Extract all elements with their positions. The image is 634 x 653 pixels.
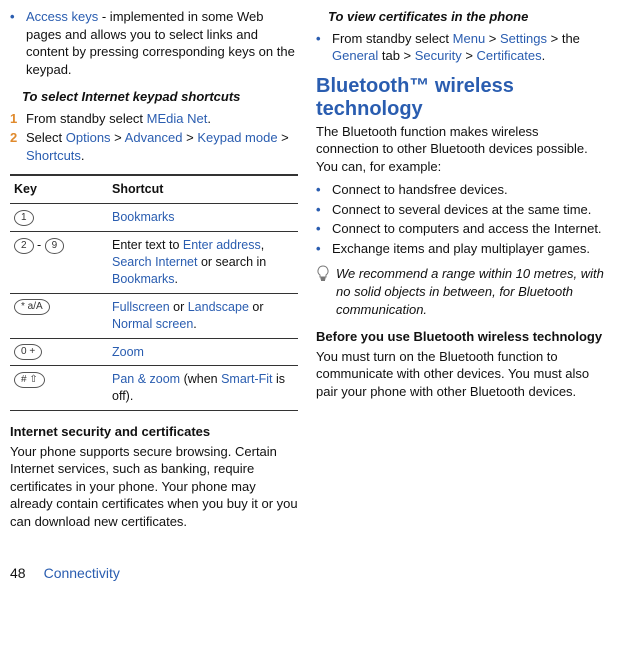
step-2: 2 Select Options > Advanced > Keypad mod… <box>10 129 298 164</box>
note: We recommend a range within 10 metres, w… <box>316 265 604 318</box>
bluetooth-heading: Bluetooth™ wireless technology <box>316 75 604 121</box>
step-number-1: 1 <box>10 110 26 128</box>
th-key: Key <box>10 175 108 203</box>
settings-link: Settings <box>500 31 547 46</box>
lightbulb-icon <box>316 265 330 318</box>
before-bt-head: Before you use Bluetooth wireless techno… <box>316 328 604 346</box>
table-row: 2 - 9 Enter text to Enter address, Searc… <box>10 232 298 294</box>
advanced-link: Advanced <box>125 130 183 145</box>
shortcut-cell-4: Pan & zoom (when Smart-Fit is off). <box>108 366 298 411</box>
bullet-dot: • <box>316 220 332 238</box>
certificates-link: Certificates <box>477 48 542 63</box>
step1-period: . <box>207 111 211 126</box>
right-column: To view certificates in the phone • From… <box>316 8 604 530</box>
r-the: the <box>558 31 580 46</box>
table-row: # ⇧ Pan & zoom (when Smart-Fit is off). <box>10 366 298 411</box>
options-link: Options <box>66 130 111 145</box>
security-link: Security <box>415 48 462 63</box>
th-shortcut: Shortcut <box>108 175 298 203</box>
keypad-key: * a/A <box>14 299 50 315</box>
table-row: * a/A Fullscreen or Landscape or Normal … <box>10 293 298 338</box>
step2-text: Select <box>26 130 66 145</box>
shortcut-table: Key Shortcut 1 Bookmarks 2 - 9 Enter tex… <box>10 174 298 411</box>
table-row: 0 + Zoom <box>10 338 298 366</box>
media-net-link: MEdia Net <box>147 111 208 126</box>
keypad-key: 0 + <box>14 344 42 360</box>
step-number-2: 2 <box>10 129 26 164</box>
internet-security-head: Internet security and certificates <box>10 423 298 441</box>
bullet-item: • Exchange items and play multiplayer ga… <box>316 240 604 258</box>
subhead-select-shortcuts: To select Internet keypad shortcuts <box>22 88 298 106</box>
shortcuts-link: Shortcuts <box>26 148 81 163</box>
keypad-key: # ⇧ <box>14 372 45 388</box>
term-access-keys: Access keys <box>26 9 98 24</box>
page-number: 48 <box>10 564 26 583</box>
keypad-key: 1 <box>14 210 34 226</box>
bt-bullet-2: Connect to computers and access the Inte… <box>332 220 602 238</box>
general-link: General <box>332 48 378 63</box>
keypad-key: 9 <box>45 238 65 254</box>
bullet-dot: • <box>316 240 332 258</box>
step1-text: From standby select <box>26 111 147 126</box>
bullet-item: • Connect to several devices at the same… <box>316 201 604 219</box>
left-column: • Access keys - implemented in some Web … <box>10 8 298 530</box>
bt-bullet-1: Connect to several devices at the same t… <box>332 201 591 219</box>
footer-section: Connectivity <box>44 564 120 583</box>
bt-bullet-3: Exchange items and play multiplayer game… <box>332 240 590 258</box>
bullet-dot: • <box>316 201 332 219</box>
shortcut-cell-2: Fullscreen or Landscape or Normal screen… <box>108 293 298 338</box>
page-footer: 48 Connectivity <box>10 564 604 583</box>
subhead-view-certs: To view certificates in the phone <box>328 8 604 26</box>
bullet-dot: • <box>316 181 332 199</box>
bullet-item: • From standby select Menu > Settings > … <box>316 30 604 65</box>
bluetooth-intro: The Bluetooth function makes wireless co… <box>316 123 604 176</box>
table-row: 1 Bookmarks <box>10 204 298 232</box>
bullet-dot: • <box>10 8 26 78</box>
before-bt-body: You must turn on the Bluetooth function … <box>316 348 604 401</box>
bullet-dot: • <box>316 30 332 65</box>
key-sep: - <box>34 238 45 252</box>
bt-bullet-0: Connect to handsfree devices. <box>332 181 508 199</box>
internet-security-body: Your phone supports secure browsing. Cer… <box>10 443 298 531</box>
bullet-item: • Connect to handsfree devices. <box>316 181 604 199</box>
shortcut-cell-3: Zoom <box>108 338 298 366</box>
note-text: We recommend a range within 10 metres, w… <box>336 265 604 318</box>
bullet-item: • Connect to computers and access the In… <box>316 220 604 238</box>
shortcut-cell-0: Bookmarks <box>108 204 298 232</box>
keypad-key: 2 <box>14 238 34 254</box>
step-1: 1 From standby select MEdia Net. <box>10 110 298 128</box>
shortcut-cell-1: Enter text to Enter address, Search Inte… <box>108 232 298 294</box>
bullet-item: • Access keys - implemented in some Web … <box>10 8 298 78</box>
r-step1-a: From standby select <box>332 31 453 46</box>
keypad-mode-link: Keypad mode <box>197 130 277 145</box>
r-tab: tab > <box>378 48 415 63</box>
menu-link: Menu <box>453 31 486 46</box>
